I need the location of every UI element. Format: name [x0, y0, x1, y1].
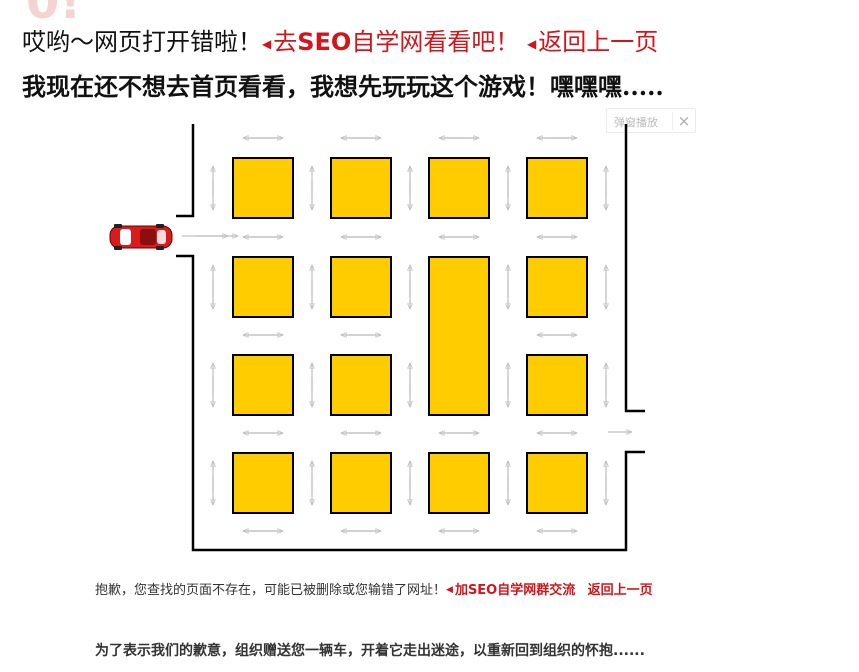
- maze-block: [232, 256, 294, 318]
- footer-back-link[interactable]: 返回上一页: [588, 583, 653, 598]
- wall-left-top: [176, 124, 195, 218]
- maze-block: [526, 256, 588, 318]
- maze-block: [428, 157, 490, 219]
- gift-message: 为了表示我们的歉意，组织赠送您一辆车，开着它走出迷途，以重新回到组织的怀抱...…: [95, 643, 645, 659]
- maze-block: [232, 157, 294, 219]
- error-title: 哎哟～网页打开错啦！: [22, 28, 262, 56]
- maze-block-tall: [428, 256, 490, 416]
- error-headline: 哎哟～网页打开错啦！◀去SEO自学网看看吧！ ◀返回上一页: [22, 27, 658, 59]
- close-icon[interactable]: ×: [673, 110, 695, 132]
- join-group-label: 加SEO自学网群交流: [454, 583, 576, 598]
- maze-block: [526, 157, 588, 219]
- go-seo-link-prefix: 去: [273, 28, 298, 56]
- apology-text: 抱歉，您查找的页面不存在，可能已被删除或您输错了网址！: [95, 583, 447, 598]
- maze-block: [526, 354, 588, 416]
- maze-block: [232, 452, 294, 514]
- go-seo-link-suffix: 自学网看看吧！: [351, 28, 520, 56]
- triangle-left-icon: ◀: [262, 36, 272, 51]
- back-link-label: 返回上一页: [538, 28, 659, 56]
- maze-block: [428, 452, 490, 514]
- maze-block: [330, 354, 392, 416]
- maze-block: [330, 452, 392, 514]
- game-invite-text: 我现在还不想去首页看看，我想先玩玩这个游戏！嘿嘿嘿.....: [22, 72, 664, 101]
- maze-block: [232, 354, 294, 416]
- triangle-left-icon: ◀: [446, 585, 453, 595]
- back-previous-page-link[interactable]: ◀返回上一页: [527, 28, 658, 56]
- maze-blocks: [232, 157, 588, 514]
- footer-back-label: 返回上一页: [587, 583, 653, 598]
- wall-right: [624, 124, 645, 413]
- maze-game[interactable]: [100, 120, 660, 560]
- maze-block: [526, 452, 588, 514]
- go-seo-link-brand: SEO: [297, 28, 352, 56]
- faded-logo-remnant: 0!: [26, 0, 82, 30]
- maze-block: [330, 157, 392, 219]
- maze-block: [330, 256, 392, 318]
- triangle-left-icon: ◀: [526, 36, 537, 51]
- apology-message: 抱歉，您查找的页面不存在，可能已被删除或您输错了网址！◀ 加SEO自学网群交流 返…: [95, 580, 685, 601]
- go-seo-site-link[interactable]: ◀去SEO自学网看看吧！: [262, 28, 519, 56]
- join-group-link[interactable]: ◀ 加SEO自学网群交流: [446, 583, 575, 598]
- red-car[interactable]: [109, 224, 173, 250]
